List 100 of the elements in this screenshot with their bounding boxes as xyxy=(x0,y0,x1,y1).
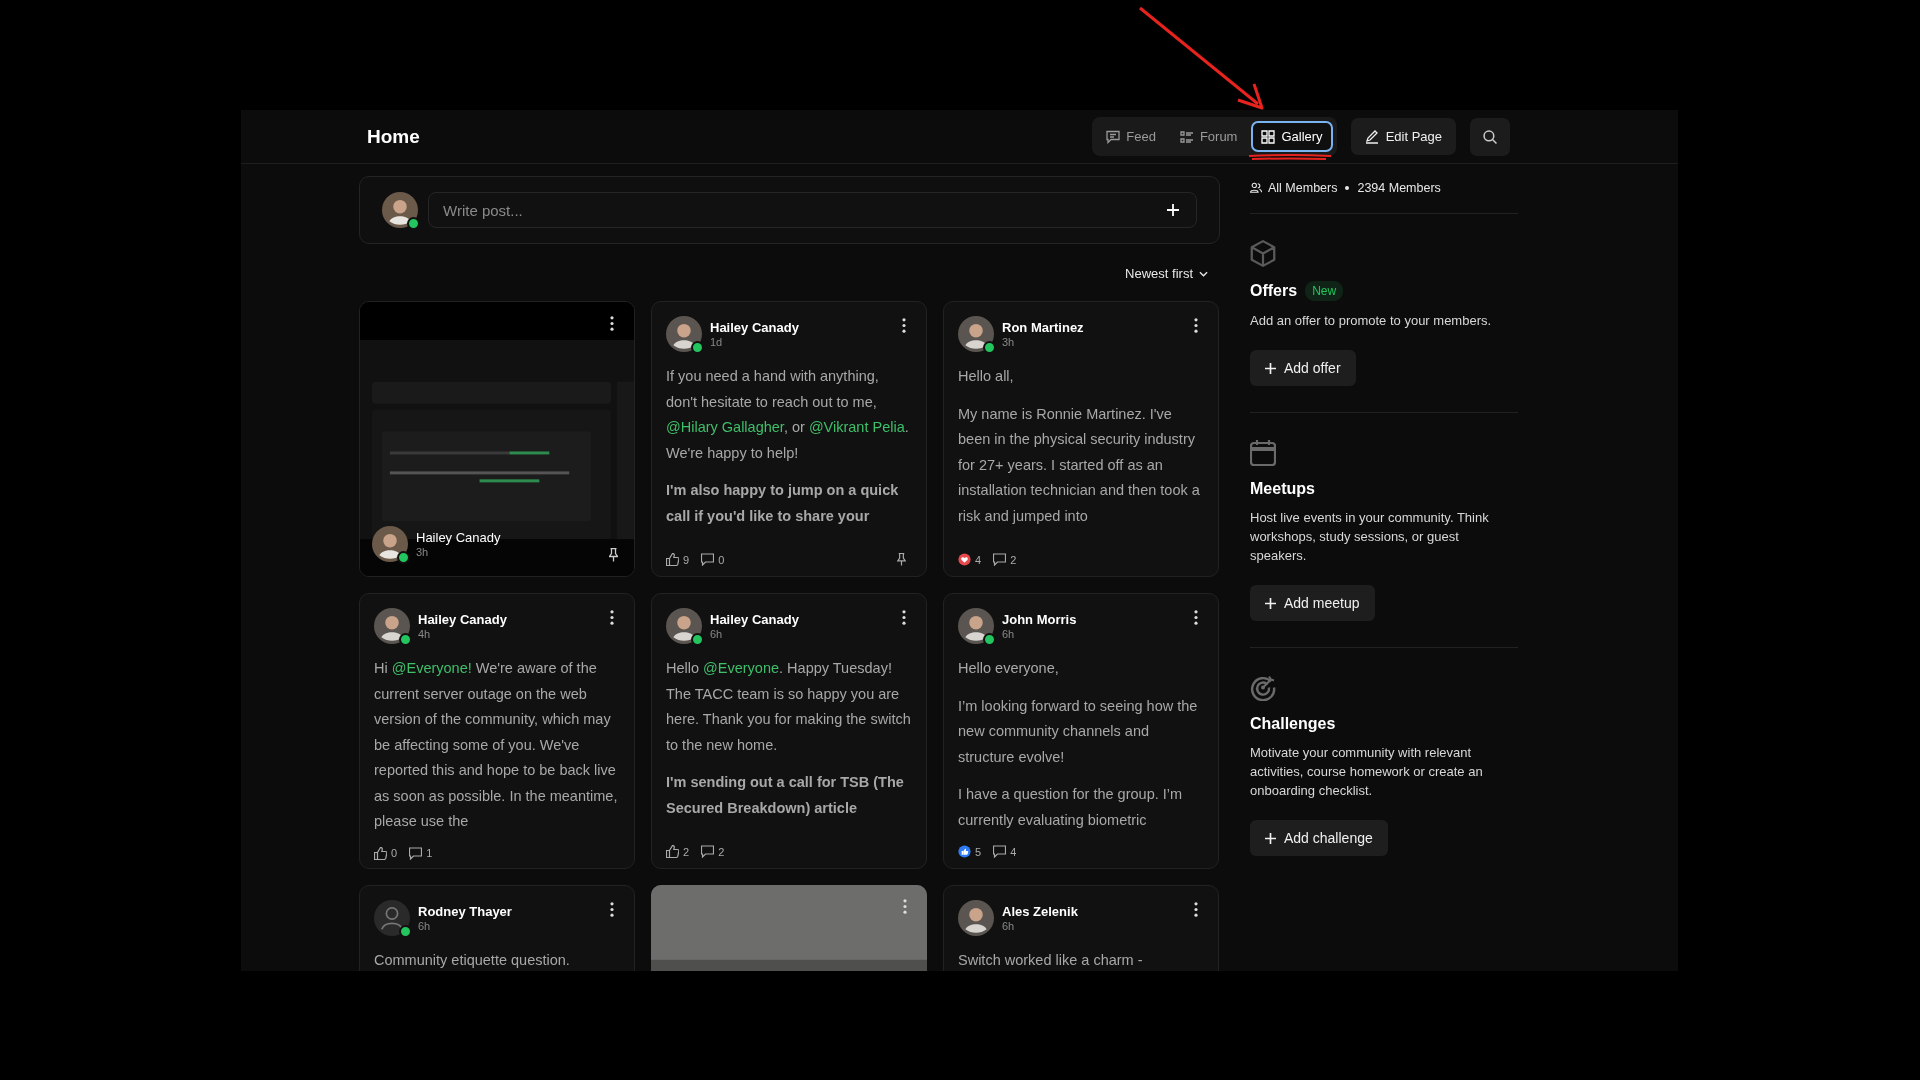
post-time: 6h xyxy=(1002,920,1016,932)
post-time: 6h xyxy=(418,920,432,932)
view-tab[interactable]: Gallery xyxy=(1251,121,1333,152)
view-tab[interactable]: Feed xyxy=(1096,121,1166,152)
post-text: Switch worked like a charm - xyxy=(958,951,1144,970)
write-post-field[interactable]: Write post... xyxy=(428,192,1197,228)
more-vertical-icon xyxy=(903,899,907,914)
plus-icon xyxy=(1167,204,1179,216)
comment-icon[interactable] xyxy=(993,553,1007,566)
chevron-down-icon xyxy=(1199,270,1208,277)
post-time: 3h xyxy=(416,546,430,558)
thumbs-up-icon[interactable] xyxy=(374,846,387,860)
mention-link[interactable]: @Vikrant Pelia xyxy=(808,419,905,435)
pencil-icon xyxy=(1364,129,1379,144)
more-options-button[interactable] xyxy=(610,902,614,917)
more-vertical-icon xyxy=(610,902,614,917)
more-options-button[interactable] xyxy=(902,318,906,333)
sort-dropdown[interactable]: Newest first xyxy=(1121,262,1212,285)
avatar xyxy=(666,608,702,644)
more-vertical-icon xyxy=(902,610,906,625)
author-name: Hailey Canady xyxy=(418,612,507,627)
post-text: I’m looking forward to seeing how the new community channels and structure evolve! xyxy=(958,696,1199,767)
section-title: Meetups xyxy=(1250,480,1315,498)
post-card[interactable]: Ales Zelenik 6h Switch worked like a charm - xyxy=(943,885,1219,971)
member-count: 2394 Members xyxy=(1357,181,1441,195)
post-card[interactable]: Ron Martinez 3h Hello all, My name is Ronnie Martinez. I've been in the physical security industry for 27+ years. I started off as an installation technician and then took a risk and jumped into 4 2 xyxy=(943,301,1219,577)
post-time: 1d xyxy=(710,336,724,348)
mention-link[interactable]: @Everyone! xyxy=(391,660,472,676)
comment-icon[interactable] xyxy=(993,845,1007,858)
post-card[interactable] xyxy=(651,593,927,869)
view-tab[interactable]: Forum xyxy=(1169,121,1248,152)
more-options-button[interactable] xyxy=(1194,318,1198,333)
post-text: Hello everyone, xyxy=(958,659,1060,678)
post-time: 3h xyxy=(1002,336,1016,348)
avatar xyxy=(372,526,408,562)
avatar xyxy=(374,900,410,936)
comment-icon[interactable] xyxy=(409,846,423,860)
mention-link[interactable]: @Everyone xyxy=(703,660,780,676)
thumbs-up-icon[interactable] xyxy=(666,845,679,858)
author-name: Ron Martinez xyxy=(1002,320,1084,335)
page-title: Home xyxy=(367,125,420,148)
more-vertical-icon xyxy=(902,318,906,333)
target-icon xyxy=(1250,674,1276,701)
plus-icon xyxy=(1265,832,1276,844)
post-time: 6h xyxy=(710,628,724,640)
post-text: Hello all, xyxy=(958,367,1015,386)
reaction-count: 4 xyxy=(975,553,982,566)
post-text: My name is Ronnie Martinez. I've been in the physical security industry for 27+ years. I started off as an installation technician and then took a risk and jumped into xyxy=(958,404,1201,526)
avatar xyxy=(382,192,418,228)
new-badge: New xyxy=(1305,281,1344,301)
section-title: Offers xyxy=(1250,282,1298,300)
post-text: Hello @Everyone. Happy Tuesday! The TACC team is so happy you are here. Thank you for making the switch to the new home. xyxy=(666,659,912,755)
post-card[interactable] xyxy=(651,301,927,577)
more-vertical-icon xyxy=(1194,610,1198,625)
reaction-count: 5 xyxy=(975,845,982,858)
add-button[interactable]: Add meetup xyxy=(1250,585,1375,621)
section-description: Motivate your community with relevant activities, course homework or create an onboarding checklist. xyxy=(1250,744,1484,800)
mention-link[interactable]: @Hilary Gallagher xyxy=(666,419,784,435)
author-name: Hailey Canady xyxy=(710,612,799,627)
post-text: I have a question for the group. I’m currently evaluating biometric xyxy=(958,785,1184,830)
post-text: I'm also happy to jump on a quick call if you'd like to share your xyxy=(666,481,900,526)
add-button[interactable]: Add challenge xyxy=(1250,820,1388,856)
more-options-button[interactable] xyxy=(1194,610,1198,625)
add-button[interactable]: Add offer xyxy=(1250,350,1356,386)
post-text: Hi @Everyone! We're aware of the current server outage on the web version of the community, which may be affecting some of you. We've reported this and hope to be back live as soon as possible. In the meantime, please use the xyxy=(374,659,619,831)
reaction-count: 9 xyxy=(683,553,690,566)
avatar xyxy=(374,608,410,644)
heart-reaction-icon[interactable] xyxy=(958,553,971,566)
post-card[interactable]: John Morris 6h Hello everyone, I’m looking forward to seeing how the new community channels and structure evolve! I have a question for the group. I’m currently evaluating biometric 5 4 xyxy=(943,593,1219,869)
section-description: Add an offer to promote to your members. xyxy=(1250,312,1493,330)
more-options-button[interactable] xyxy=(610,610,614,625)
avatar xyxy=(958,316,994,352)
plus-icon xyxy=(1265,597,1276,609)
cube-icon xyxy=(1250,240,1276,267)
search-button[interactable] xyxy=(1470,117,1510,156)
members-link[interactable]: All Members xyxy=(1268,181,1338,195)
more-options-button[interactable] xyxy=(902,610,906,625)
author-name: Hailey Canady xyxy=(710,320,799,335)
more-options-button[interactable] xyxy=(610,316,614,331)
reaction-count: 2 xyxy=(683,845,690,858)
author-name: Ales Zelenik xyxy=(1002,904,1078,919)
reaction-count: 0 xyxy=(391,847,398,859)
comment-icon[interactable] xyxy=(701,845,715,858)
gallery-card[interactable]: Hailey Canady 3h xyxy=(359,301,635,577)
post-card[interactable]: Rodney Thayer 6h Community etiquette question. xyxy=(359,885,635,971)
thumbs-up-icon[interactable] xyxy=(666,553,679,566)
comment-icon[interactable] xyxy=(701,553,715,566)
more-vertical-icon xyxy=(610,610,614,625)
post-time: 4h xyxy=(418,628,432,640)
post-card[interactable] xyxy=(359,593,635,869)
more-options-button[interactable] xyxy=(1194,902,1198,917)
edit-page-button[interactable]: Edit Page xyxy=(1350,118,1456,155)
plus-icon xyxy=(1265,362,1276,374)
post-time: 6h xyxy=(1002,628,1016,640)
like-reaction-icon[interactable] xyxy=(958,845,971,858)
author-name: Rodney Thayer xyxy=(418,904,512,919)
more-vertical-icon xyxy=(1194,902,1198,917)
comment-count: 2 xyxy=(718,845,725,858)
avatar xyxy=(958,608,994,644)
post-text: If you need a hand with anything, don't hesitate to reach out to me, @Hilary Gallagher, or @Vikrant Pelia. We're happy to help! xyxy=(666,367,910,463)
